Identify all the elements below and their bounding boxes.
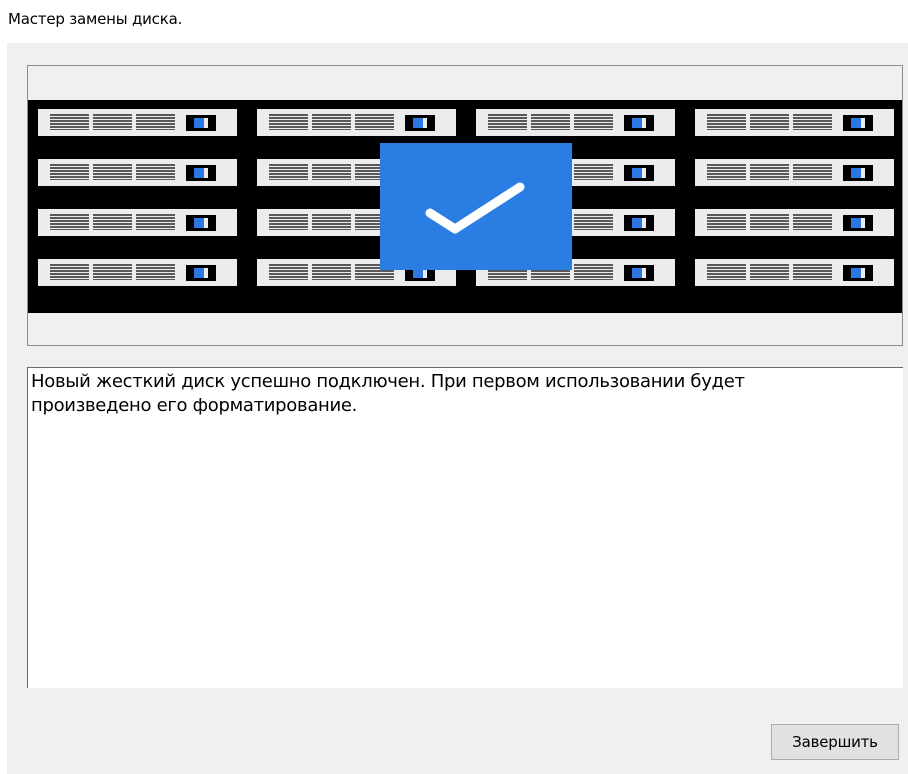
drive-vent-icon [269, 114, 308, 130]
drive-led-icon [843, 115, 873, 131]
drive-bay [476, 109, 675, 136]
drive-vent-icon [93, 264, 132, 280]
drive-bay [695, 159, 894, 186]
drive-vent-icon [574, 164, 613, 180]
disk-replacement-wizard: Мастер замены диска. Новый жесткий диск … [0, 0, 908, 774]
drive-vent-icon [312, 164, 351, 180]
drive-vent-icon [750, 214, 789, 230]
drive-vent-icon [312, 264, 351, 280]
drive-vent-icon [136, 164, 175, 180]
drive-led-icon [405, 115, 435, 131]
drive-vent-icon [50, 264, 89, 280]
drive-bay [695, 209, 894, 236]
drive-bay [38, 109, 237, 136]
drive-led-icon [624, 265, 654, 281]
drive-vent-icon [793, 214, 832, 230]
drive-vent-icon [269, 164, 308, 180]
drive-vent-icon [488, 114, 527, 130]
drive-vent-icon [93, 114, 132, 130]
drive-vent-icon [707, 164, 746, 180]
drive-vent-icon [793, 264, 832, 280]
success-check-icon [380, 143, 572, 270]
drive-bay [38, 159, 237, 186]
drive-vent-icon [136, 114, 175, 130]
drive-bay [38, 259, 237, 286]
drive-vent-icon [269, 264, 308, 280]
drive-vent-icon [707, 214, 746, 230]
drive-vent-icon [312, 114, 351, 130]
drive-vent-icon [707, 264, 746, 280]
drive-vent-icon [50, 114, 89, 130]
drive-led-icon [186, 115, 216, 131]
finish-button[interactable]: Завершить [771, 724, 899, 760]
drive-bay [695, 109, 894, 136]
drive-led-icon [843, 165, 873, 181]
drive-bay [257, 109, 456, 136]
drive-vent-icon [50, 214, 89, 230]
drive-vent-icon [269, 214, 308, 230]
drive-vent-icon [574, 264, 613, 280]
drive-vent-icon [574, 114, 613, 130]
drive-led-icon [624, 115, 654, 131]
drive-vent-icon [355, 114, 394, 130]
drive-vent-icon [136, 214, 175, 230]
drive-led-icon [843, 265, 873, 281]
drive-vent-icon [531, 114, 570, 130]
drive-vent-icon [93, 164, 132, 180]
drive-vent-icon [750, 264, 789, 280]
drive-bay [38, 209, 237, 236]
drive-led-icon [624, 215, 654, 231]
drive-led-icon [843, 215, 873, 231]
drive-bay [695, 259, 894, 286]
disk-array-illustration [27, 65, 903, 346]
drive-vent-icon [750, 114, 789, 130]
drive-vent-icon [793, 164, 832, 180]
drive-vent-icon [793, 114, 832, 130]
message-box: Новый жесткий диск успешно подключен. Пр… [27, 367, 903, 688]
drive-led-icon [186, 265, 216, 281]
drive-vent-icon [50, 164, 89, 180]
drive-led-icon [624, 165, 654, 181]
status-message: Новый жесткий диск успешно подключен. Пр… [31, 371, 745, 416]
drive-led-icon [186, 165, 216, 181]
drive-vent-icon [312, 214, 351, 230]
drive-vent-icon [707, 114, 746, 130]
drive-vent-icon [136, 264, 175, 280]
drive-led-icon [186, 215, 216, 231]
drive-vent-icon [750, 164, 789, 180]
window-title: Мастер замены диска. [8, 10, 183, 28]
drive-vent-icon [93, 214, 132, 230]
drive-vent-icon [574, 214, 613, 230]
